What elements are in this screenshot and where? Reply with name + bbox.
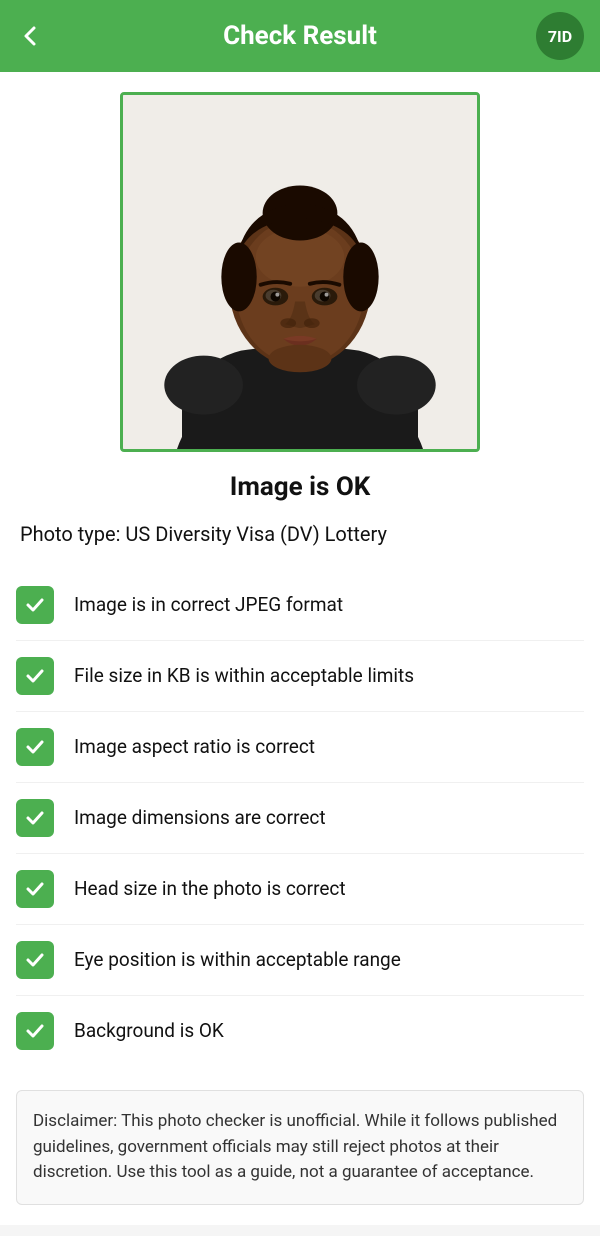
check-item-3: Image dimensions are correct	[16, 783, 584, 854]
check-label-1: File size in KB is within acceptable lim…	[74, 664, 414, 689]
check-icon-4	[16, 870, 54, 908]
check-item-0: Image is in correct JPEG format	[16, 570, 584, 641]
check-item-2: Image aspect ratio is correct	[16, 712, 584, 783]
result-title: Image is OK	[16, 472, 584, 502]
check-icon-1	[16, 657, 54, 695]
passport-photo	[123, 95, 477, 449]
photo-type-label: Photo type: US Diversity Visa (DV) Lotte…	[16, 522, 584, 546]
check-label-4: Head size in the photo is correct	[74, 877, 346, 902]
app-header: Check Result 7ID	[0, 0, 600, 72]
check-item-1: File size in KB is within acceptable lim…	[16, 641, 584, 712]
check-label-6: Background is OK	[74, 1019, 224, 1044]
check-icon-3	[16, 799, 54, 837]
check-item-6: Background is OK	[16, 996, 584, 1066]
page-title: Check Result	[223, 21, 377, 51]
check-icon-5	[16, 941, 54, 979]
disclaimer-box: Disclaimer: This photo checker is unoffi…	[16, 1090, 584, 1205]
check-label-2: Image aspect ratio is correct	[74, 735, 315, 760]
check-icon-0	[16, 586, 54, 624]
check-label-0: Image is in correct JPEG format	[74, 593, 343, 618]
check-icon-6	[16, 1012, 54, 1050]
disclaimer-text: Disclaimer: This photo checker is unoffi…	[33, 1111, 557, 1182]
main-content: Image is OK Photo type: US Diversity Vis…	[0, 72, 600, 1225]
check-label-3: Image dimensions are correct	[74, 806, 326, 831]
check-list: Image is in correct JPEG format File siz…	[16, 570, 584, 1066]
back-button[interactable]	[16, 22, 44, 50]
photo-container	[16, 92, 584, 452]
check-item-4: Head size in the photo is correct	[16, 854, 584, 925]
app-logo: 7ID	[536, 12, 584, 60]
check-label-5: Eye position is within acceptable range	[74, 948, 401, 973]
check-item-5: Eye position is within acceptable range	[16, 925, 584, 996]
photo-frame	[120, 92, 480, 452]
check-icon-2	[16, 728, 54, 766]
